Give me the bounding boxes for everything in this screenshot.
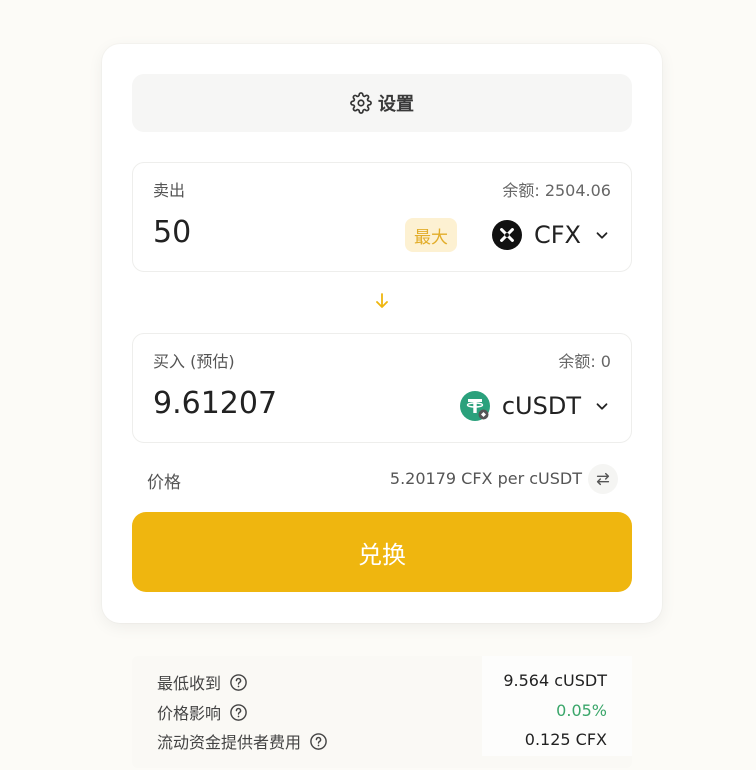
chevron-down-icon — [596, 403, 608, 410]
max-button[interactable]: 最大 — [405, 218, 457, 252]
price-label: 价格 — [147, 473, 181, 493]
sell-token-name: CFX — [533, 221, 581, 249]
settings-label: 设置 — [378, 94, 414, 115]
settings-button[interactable]: 设置 — [132, 74, 632, 132]
min-received-value: 9.564 cUSDT — [503, 671, 607, 690]
lp-fee-row: 流动资金提供者费用 0.125 CFX — [132, 727, 632, 755]
buy-token-name: cUSDT — [501, 392, 581, 420]
gear-icon — [350, 92, 372, 114]
price-impact-value: 0.05% — [556, 701, 607, 720]
swap-card: 设置 卖出 余额: 2504.06 最大 CFX 买入 (预估) 余额: 0 — [102, 44, 662, 623]
arrow-down-icon[interactable] — [372, 291, 392, 311]
tether-logo-icon — [459, 391, 490, 421]
invert-price-button[interactable] — [588, 464, 618, 494]
conflux-logo-icon — [491, 220, 522, 250]
price-row: 价格 5.20179 CFX per cUSDT — [132, 462, 632, 496]
min-received-label: 最低收到 — [157, 674, 222, 693]
swap-button[interactable]: 兑换 — [132, 512, 632, 592]
buy-token-selector[interactable]: cUSDT — [459, 388, 611, 424]
buy-panel: 买入 (预估) 余额: 0 cUSDT — [132, 333, 632, 443]
price-impact-row: 价格影响 0.05% — [132, 698, 632, 726]
buy-amount-input[interactable] — [153, 386, 383, 421]
sell-balance: 余额: 2504.06 — [502, 181, 611, 200]
help-icon[interactable] — [229, 703, 248, 722]
chevron-down-icon — [596, 232, 608, 239]
help-icon[interactable] — [309, 732, 328, 751]
sell-amount-input[interactable] — [153, 215, 383, 250]
buy-label: 买入 (预估) — [153, 352, 235, 371]
price-impact-label: 价格影响 — [157, 704, 222, 723]
sell-token-selector[interactable]: CFX — [491, 217, 611, 253]
sell-label: 卖出 — [153, 181, 186, 200]
lp-fee-value: 0.125 CFX — [524, 730, 607, 749]
price-value: 5.20179 CFX per cUSDT — [389, 469, 582, 488]
buy-balance: 余额: 0 — [558, 352, 611, 371]
lp-fee-label: 流动资金提供者费用 — [157, 733, 302, 752]
help-icon[interactable] — [229, 673, 248, 692]
swap-arrows-icon — [596, 472, 610, 486]
sell-panel: 卖出 余额: 2504.06 最大 CFX — [132, 162, 632, 272]
trade-details: 最低收到 9.564 cUSDT 价格影响 0.05% 流动资金提供者费用 0.… — [132, 656, 632, 768]
min-received-row: 最低收到 9.564 cUSDT — [132, 668, 632, 696]
